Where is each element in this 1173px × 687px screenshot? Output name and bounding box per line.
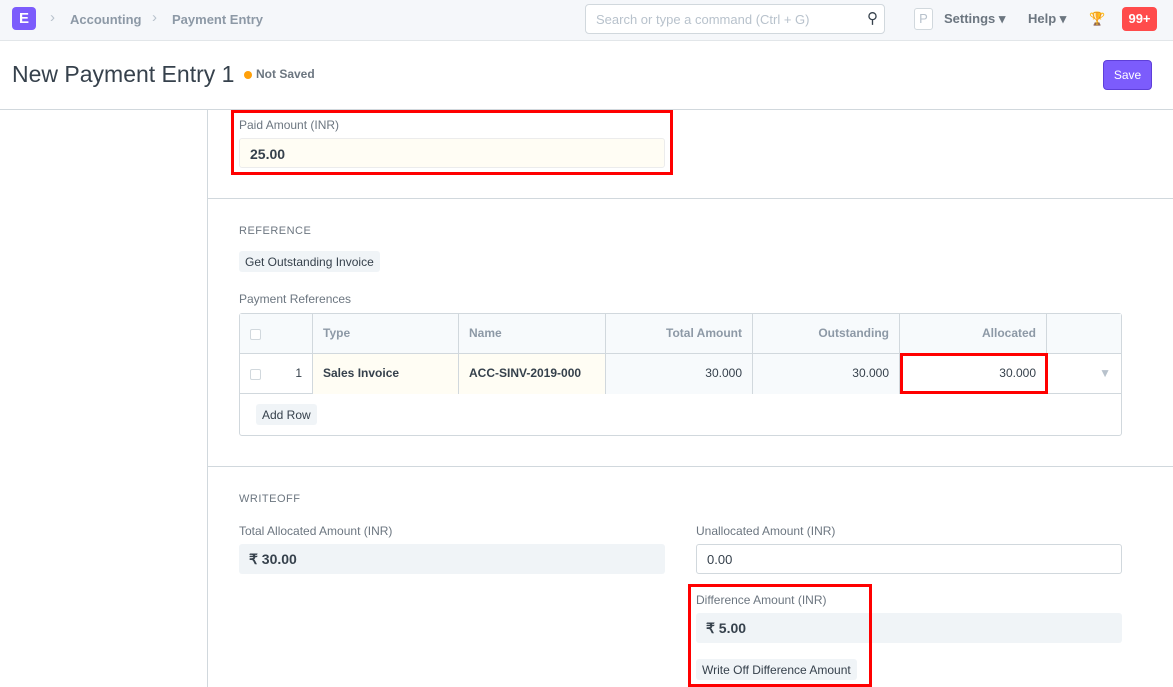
trophy-icon[interactable]: 🏆 (1089, 11, 1105, 27)
page-title: New Payment Entry 1 (12, 61, 235, 87)
total-amount-cell: 30.000 (606, 354, 753, 394)
row-index-cell: 1 (240, 354, 313, 394)
highlight-box (231, 110, 673, 175)
navbar: E › Accounting › Payment Entry Search or… (0, 0, 1173, 41)
chevron-right-icon: › (50, 9, 55, 26)
divider (208, 466, 1173, 467)
table-header: Type Name Total Amount Outstanding Alloc… (240, 314, 1121, 354)
payment-references-label: Payment References (239, 292, 352, 306)
app-logo[interactable]: E (12, 7, 36, 30)
search-input[interactable]: Search or type a command (Ctrl + G) ⚲ (585, 4, 885, 34)
type-cell[interactable]: Sales Invoice (313, 354, 459, 394)
search-icon: ⚲ (867, 10, 878, 27)
highlight-box (688, 584, 872, 687)
select-all-cell (240, 314, 313, 354)
writeoff-section-heading: WRITEOFF (239, 493, 301, 505)
row-index: 1 (295, 366, 302, 380)
chevron-right-icon: › (152, 9, 157, 26)
divider (208, 198, 1173, 199)
column-header-outstanding: Outstanding (753, 314, 900, 354)
save-button[interactable]: Save (1103, 60, 1152, 90)
highlight-box (900, 353, 1048, 394)
row-dropdown-icon[interactable]: ▼ (1047, 354, 1121, 394)
breadcrumb-payment-entry[interactable]: Payment Entry (172, 12, 263, 27)
get-outstanding-invoice-button[interactable]: Get Outstanding Invoice (239, 251, 380, 272)
outstanding-cell: 30.000 (753, 354, 900, 394)
breadcrumb-accounting[interactable]: Accounting (70, 12, 142, 27)
add-row-button[interactable]: Add Row (256, 404, 317, 425)
total-allocated-label: Total Allocated Amount (INR) (239, 524, 393, 538)
total-allocated-value: ₹ 30.00 (239, 544, 665, 574)
row-checkbox[interactable] (250, 369, 261, 380)
status-dot-icon (244, 71, 252, 79)
column-header-name: Name (459, 314, 606, 354)
settings-menu[interactable]: Settings ▾ (944, 11, 1005, 27)
reference-section-heading: REFERENCE (239, 225, 312, 237)
status-indicator: Not Saved (256, 67, 315, 81)
avatar[interactable]: P (914, 8, 933, 30)
search-placeholder: Search or type a command (Ctrl + G) (596, 12, 810, 27)
notifications-badge[interactable]: 99+ (1122, 7, 1157, 31)
select-all-checkbox[interactable] (250, 329, 261, 340)
unallocated-input[interactable]: 0.00 (696, 544, 1122, 574)
help-menu[interactable]: Help ▾ (1028, 11, 1066, 27)
column-header-total-amount: Total Amount (606, 314, 753, 354)
column-header-type: Type (313, 314, 459, 354)
page-head: New Payment Entry 1 Not Saved Save (0, 41, 1173, 110)
name-cell[interactable]: ACC-SINV-2019-000 (459, 354, 606, 394)
unallocated-label: Unallocated Amount (INR) (696, 524, 836, 538)
column-header-allocated: Allocated (900, 314, 1047, 354)
